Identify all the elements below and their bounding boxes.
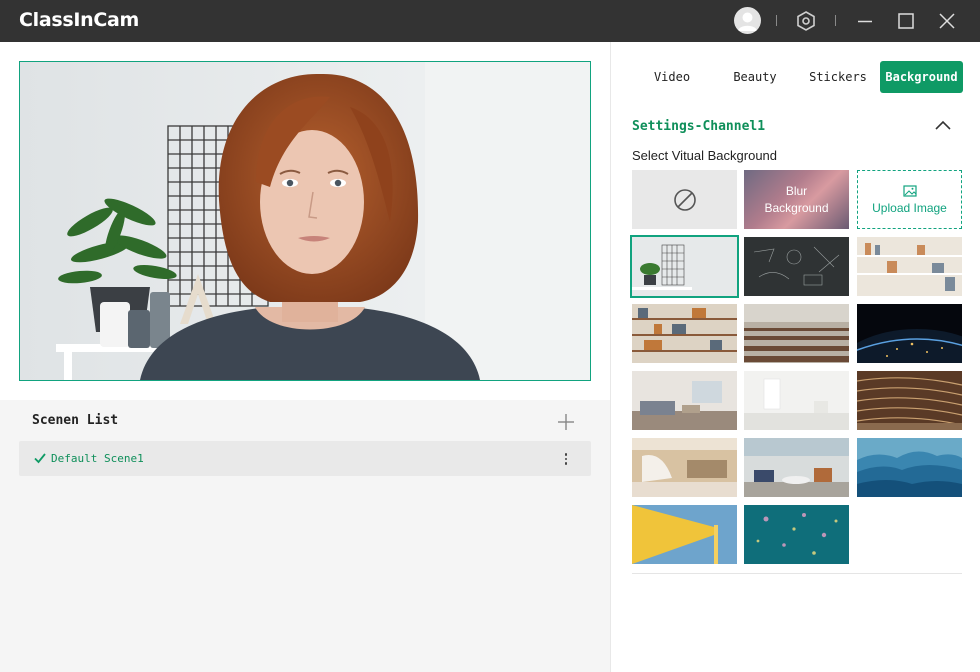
blur-label: Blur Background xyxy=(764,183,829,215)
upload-label: Upload Image xyxy=(872,200,947,215)
image-icon xyxy=(902,184,917,197)
background-blue-mountains[interactable] xyxy=(857,438,962,497)
background-blackboard[interactable] xyxy=(744,237,849,296)
tab-video[interactable]: Video xyxy=(632,61,712,93)
background-lecture-hall[interactable] xyxy=(744,304,849,363)
scene-name: Default Scene1 xyxy=(51,452,144,465)
chevron-up-icon[interactable] xyxy=(934,118,952,134)
plus-icon xyxy=(558,414,574,430)
divider xyxy=(632,573,962,574)
titlebar-separator xyxy=(776,15,777,26)
left-panel: Scenen List Default Scene1 xyxy=(0,42,610,672)
tab-beauty[interactable]: Beauty xyxy=(715,61,795,93)
scene-list-title: Scenen List xyxy=(32,413,119,428)
background-living-room-shelf[interactable] xyxy=(632,304,737,363)
titlebar-separator xyxy=(835,15,836,26)
background-yellow-pencil[interactable] xyxy=(632,505,737,564)
background-none[interactable] xyxy=(632,170,737,229)
background-modern-living-room[interactable] xyxy=(632,371,737,430)
upload-image-button[interactable]: Upload Image xyxy=(857,170,962,229)
avatar-icon[interactable] xyxy=(734,7,761,34)
background-office-lounge[interactable] xyxy=(744,438,849,497)
close-icon[interactable] xyxy=(935,9,959,33)
background-white-room-grid[interactable] xyxy=(630,235,739,298)
background-earth-night[interactable] xyxy=(857,304,962,363)
scene-list-header: Scenen List xyxy=(0,400,610,440)
camera-preview xyxy=(19,61,591,381)
background-bookshelf-white[interactable] xyxy=(857,237,962,296)
maximize-icon[interactable] xyxy=(894,9,918,33)
background-library-curved[interactable] xyxy=(857,371,962,430)
settings-title: Settings-Channel1 xyxy=(632,119,766,134)
settings-hex-icon[interactable] xyxy=(794,9,818,33)
background-teal-bokeh[interactable] xyxy=(744,505,849,564)
tab-background[interactable]: Background xyxy=(880,61,963,93)
no-background-icon xyxy=(673,188,696,211)
tab-stickers[interactable]: Stickers xyxy=(798,61,878,93)
check-icon xyxy=(34,453,46,464)
right-panel: Video Beauty Stickers Background Setting… xyxy=(610,42,980,672)
background-white-studio[interactable] xyxy=(744,371,849,430)
background-blur[interactable]: Blur Background xyxy=(744,170,849,229)
preview-area xyxy=(0,42,610,400)
select-background-label: Select Vitual Background xyxy=(632,148,778,163)
add-scene-button[interactable] xyxy=(555,411,577,433)
scene-list-item[interactable]: Default Scene1 xyxy=(19,441,591,476)
title-bar: ClassInCam xyxy=(0,0,980,42)
more-options-icon[interactable] xyxy=(559,449,573,469)
app-title: ClassInCam xyxy=(19,9,140,31)
minimize-icon[interactable] xyxy=(853,9,877,33)
background-office-lobby[interactable] xyxy=(632,438,737,497)
